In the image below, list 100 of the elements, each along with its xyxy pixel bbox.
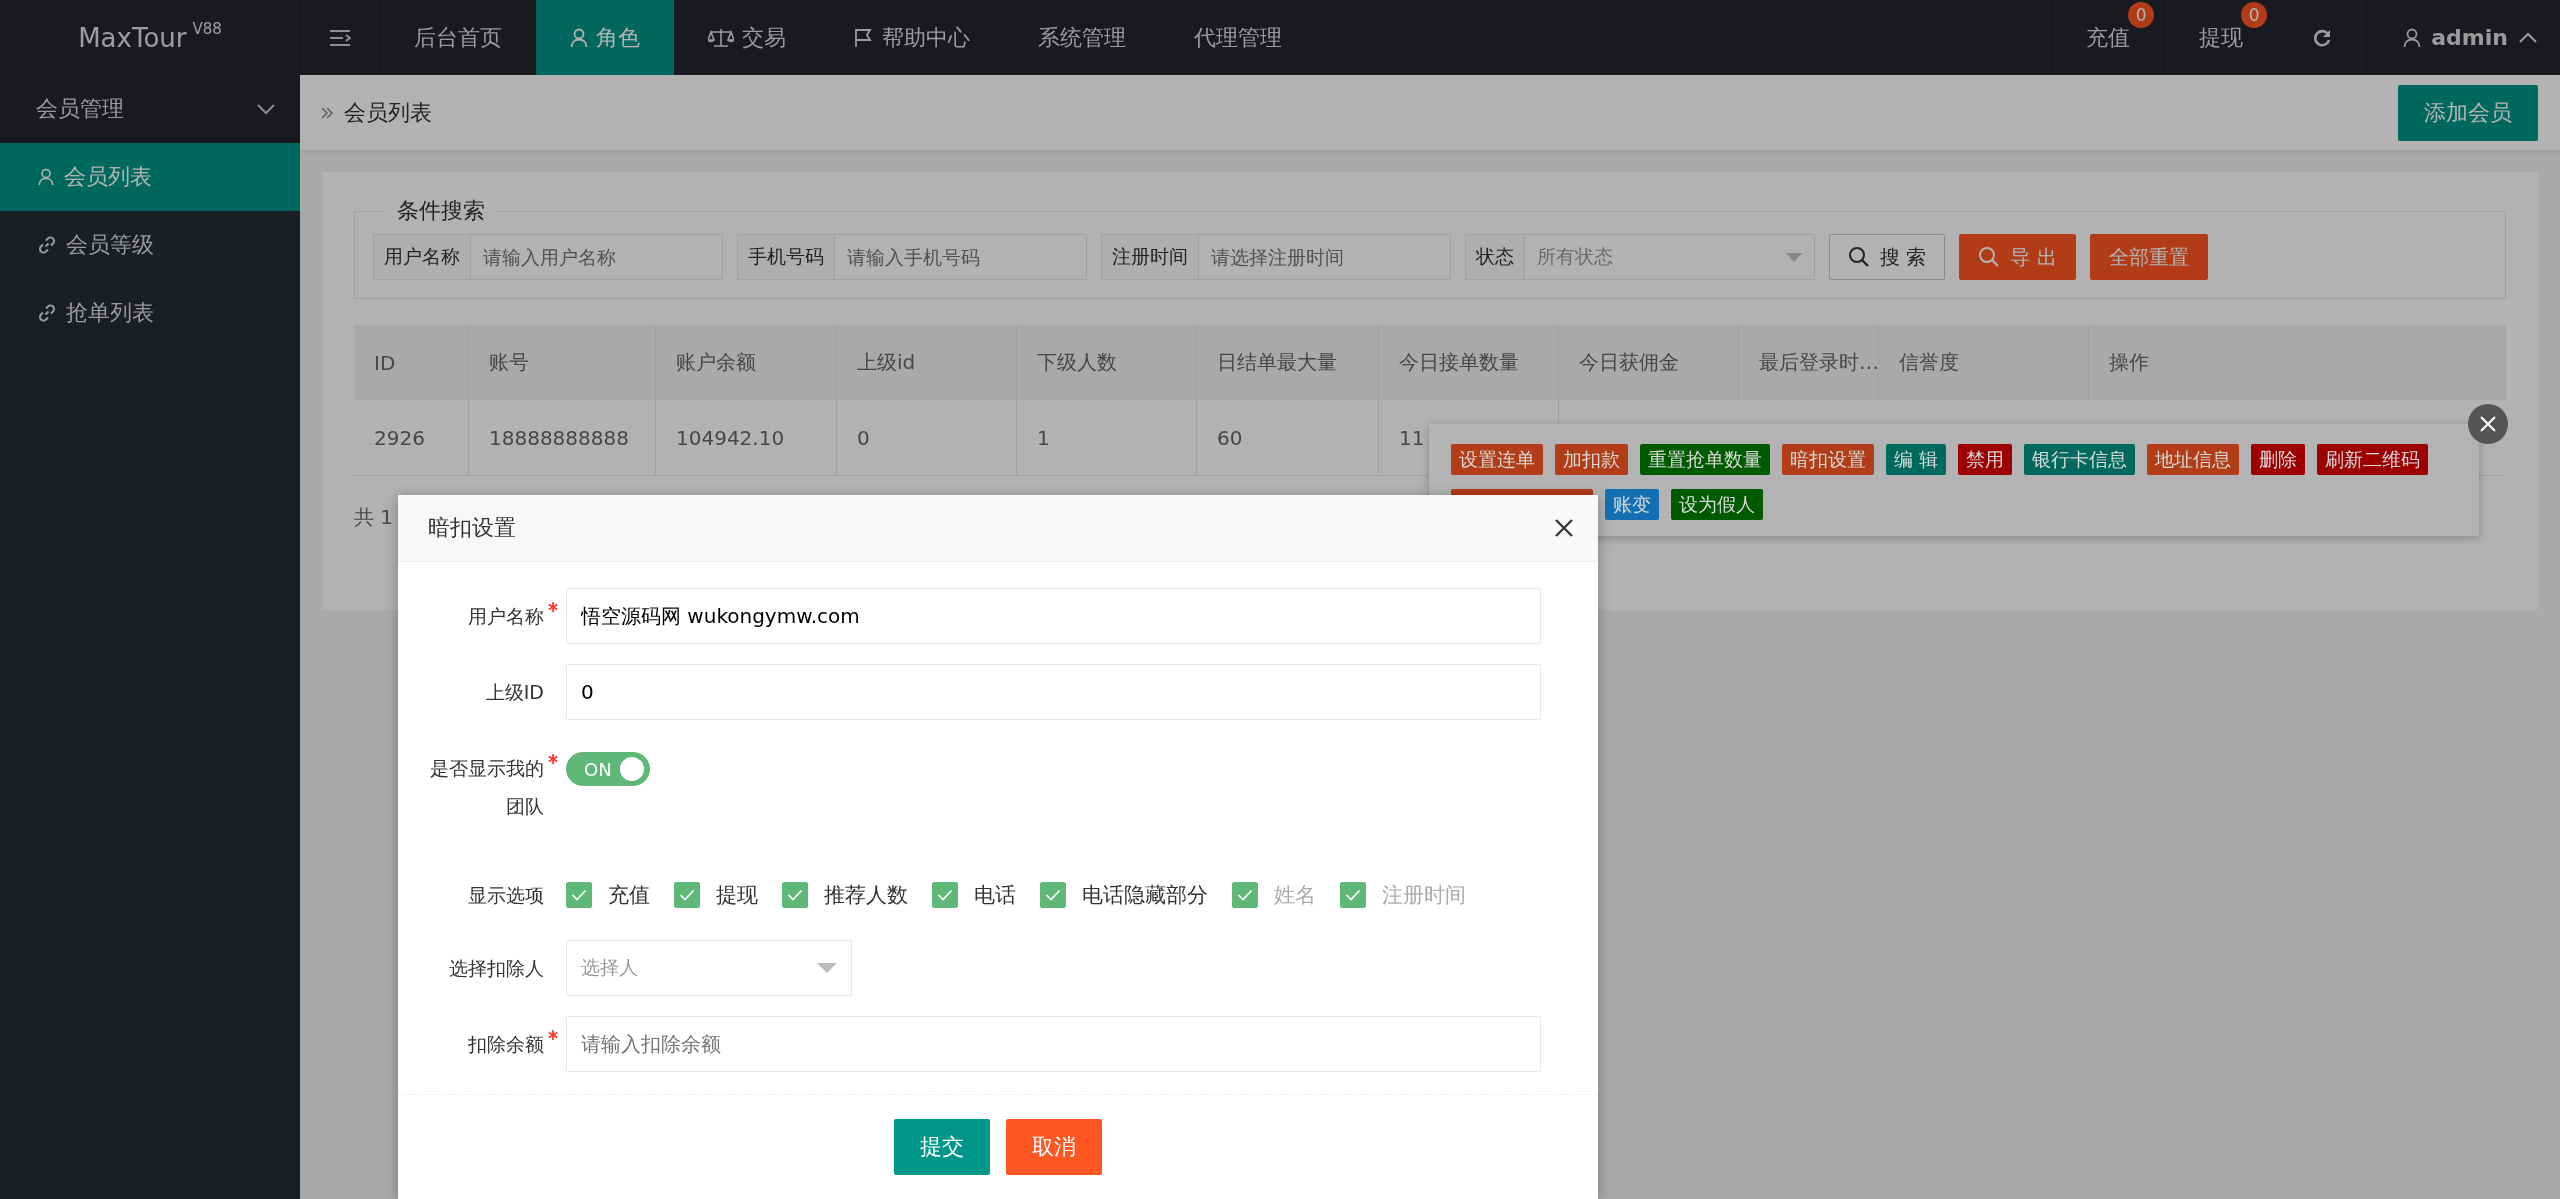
search-field[interactable]: 请输入手机号码 [835,234,1087,280]
checkbox-label: 充值 [608,882,650,909]
action-button[interactable]: 重置抢单数量 [1640,444,1770,475]
refresh-icon [2312,27,2333,48]
column-header: 账号 [469,325,656,400]
check-icon [787,889,803,901]
close-icon [1554,518,1574,538]
search-icon [1848,246,1870,268]
chevron-up-icon [2518,31,2538,44]
action-button[interactable]: 银行卡信息 [2024,444,2136,475]
user-icon [2403,27,2422,48]
check-icon [937,889,953,901]
version-label: V88 [192,20,222,38]
checkbox-label: 注册时间 [1382,882,1466,909]
checkbox[interactable] [674,882,700,908]
submit-button[interactable]: 提交 [894,1119,990,1175]
link-icon [38,236,56,254]
column-header: 日结单最大量 [1197,325,1379,400]
user-icon [570,27,588,48]
checkbox-label: 电话 [974,882,1016,909]
brand-name: MaxTour [78,22,187,53]
action-button[interactable]: 禁用 [1958,444,2013,475]
checkbox[interactable] [566,882,592,908]
action-button[interactable]: 编 辑 [1886,444,1947,475]
sidebar-item[interactable]: 会员列表 [0,143,300,211]
table-cell: 18888888888 [469,400,656,475]
action-button[interactable]: 暗扣设置 [1782,444,1874,475]
action-button[interactable]: 账变 [1605,489,1659,520]
link-icon [38,304,56,322]
check-icon [571,889,587,901]
action-button[interactable]: 设为假人 [1671,489,1763,520]
column-header: 下级人数 [1017,325,1197,400]
text-field[interactable]: 请输入扣除余额 [566,1016,1541,1072]
check-icon [1045,889,1061,901]
field-label: 显示选项 [467,883,544,908]
field-label: 状态 [1465,234,1525,280]
checkbox[interactable] [932,882,958,908]
dialog-title: 暗扣设置 [428,514,516,542]
table-cell: 2926 [354,400,469,475]
action-button[interactable]: 设置连单 [1451,444,1543,475]
table-cell: 1 [1017,400,1197,475]
search-field[interactable]: 请选择注册时间 [1199,234,1451,280]
checkbox-label: 电话隐藏部分 [1082,882,1208,909]
caret-icon [817,963,837,973]
checkbox-label: 姓名 [1274,882,1316,909]
column-header: 上级id [837,325,1017,400]
check-icon [1237,889,1253,901]
breadcrumb-text: 会员列表 [344,98,432,127]
scale-icon [708,27,734,48]
action-button[interactable]: 地址信息 [2147,444,2240,475]
close-icon [2479,415,2497,433]
action-button[interactable]: 加扣款 [1555,444,1628,475]
column-header: 今日获佣金 [1559,325,1739,400]
check-icon [679,889,695,901]
count-badge: 0 [2128,2,2155,28]
checkbox[interactable] [1040,882,1066,908]
close-button[interactable] [1554,518,1574,538]
column-header: 操作 [2089,325,2506,400]
table-cell: 60 [1197,400,1379,475]
column-header: 今日接单数量 [1379,325,1559,400]
search-legend: 条件搜索 [385,196,497,226]
action-button[interactable]: 刷新二维码 [2317,444,2429,475]
checkbox[interactable] [782,882,808,908]
field-label: 用户名称 [467,604,544,629]
field-label: 选择扣除人 [448,956,544,981]
add-member-button[interactable]: 添加会员 [2398,84,2538,141]
close-button[interactable] [2468,404,2508,444]
action-button[interactable]: 删除 [2251,444,2306,475]
nav-tab[interactable]: 交易 [674,0,820,75]
search-button[interactable]: 搜 索 [1829,234,1946,280]
text-field[interactable]: 悟空源码网 wukongymw.com [566,588,1541,644]
nav-tab[interactable]: 代理管理 [1160,0,1316,75]
checkbox-label: 推荐人数 [824,882,908,909]
text-field[interactable]: 0 [566,664,1541,720]
checkbox-label: 提现 [716,882,758,909]
count-badge: 0 [2241,2,2268,28]
field-label: 上级ID [484,680,544,705]
sidebar-group[interactable]: 会员管理 [0,75,300,143]
field-label: 手机号码 [737,234,835,280]
double-chevron-icon [320,105,334,120]
column-header: 最后登录时… [1739,325,1879,400]
nav-tab[interactable]: 角色 [536,0,674,75]
field-label: 扣除余额 [467,1032,544,1057]
nav-tab[interactable]: 帮助中心 [820,0,1004,75]
nav-tab[interactable]: 后台首页 [380,0,536,75]
record-count: 共 1 [354,504,394,531]
cancel-button[interactable]: 取消 [1006,1119,1102,1175]
table-cell: 104942.10 [656,400,837,475]
search-field[interactable]: 请输入用户名称 [471,234,723,280]
nav-tab[interactable]: 系统管理 [1004,0,1160,75]
search-icon [1978,246,2001,268]
caret-icon [1786,252,1802,262]
menu-icon [329,28,351,47]
chevron-down-icon [256,103,276,115]
column-header: 账户余额 [656,325,837,400]
flag-icon [854,27,874,48]
user-icon [38,168,54,186]
field-label: 注册时间 [1101,234,1199,280]
check-icon [1345,889,1361,901]
column-header: 信誉度 [1879,325,2089,400]
